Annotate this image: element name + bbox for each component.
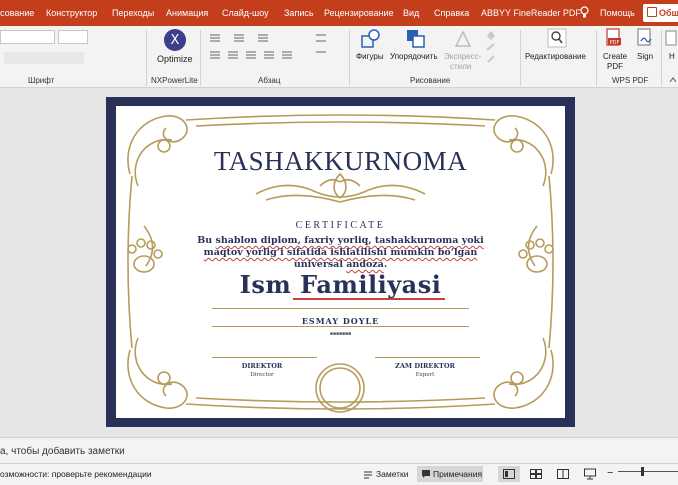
collapse-ribbon-icon[interactable]	[669, 76, 677, 84]
ribbon: Шрифт X Optimize NXPowerLite Абзац Фигур…	[0, 26, 678, 88]
arrange-button[interactable]: Упорядочить	[390, 52, 438, 61]
create-pdf-button[interactable]: Create	[603, 52, 627, 61]
slide-canvas: TASHAKKURNOMA CERTIFICATE Bu shablon dip…	[0, 88, 678, 436]
optimize-button[interactable]: Optimize	[157, 54, 193, 64]
slideshow-icon[interactable]	[584, 468, 596, 480]
create-pdf-icon[interactable]: PDF	[605, 28, 623, 48]
find-icon[interactable]	[547, 28, 567, 48]
font-group-label: Шрифт	[28, 76, 55, 85]
signature-sub-deputy[interactable]: Expert	[375, 372, 475, 378]
paragraph-tools-icon[interactable]	[206, 32, 336, 62]
notes-icon	[364, 471, 372, 479]
zoom-slider-thumb[interactable]	[641, 467, 644, 476]
slide-sorter-icon[interactable]	[530, 469, 542, 479]
lightbulb-icon	[580, 6, 589, 18]
zoom-slider-track[interactable]	[618, 471, 678, 472]
tab-transitions[interactable]: Переходы	[112, 8, 154, 18]
drawing-group-label: Рисование	[410, 76, 451, 85]
certificate-title[interactable]: TASHAKKURNOMA	[116, 146, 565, 177]
create-pdf-label: PDF	[607, 62, 623, 71]
comments-button[interactable]: Примечания	[433, 469, 482, 479]
slide-certificate[interactable]: TASHAKKURNOMA CERTIFICATE Bu shablon dip…	[106, 97, 575, 427]
notes-placeholder: а, чтобы добавить заметки	[0, 446, 125, 457]
share-icon	[647, 7, 657, 17]
tab-slideshow[interactable]: Слайд-шоу	[222, 8, 269, 18]
accessibility-status[interactable]: озможности: проверьте рекомендации	[0, 469, 152, 479]
signature-title-deputy[interactable]: ZAM DIREKTOR	[375, 362, 475, 370]
svg-text:PDF: PDF	[610, 40, 620, 46]
sign-button[interactable]: Sign	[637, 52, 653, 61]
tab-review[interactable]: Рецензирование	[324, 8, 394, 18]
font-name-combo[interactable]	[0, 30, 55, 44]
tell-me-search[interactable]: Помощь	[600, 8, 635, 18]
tab-view[interactable]: Вид	[403, 8, 419, 18]
wps-pdf-group-label: WPS PDF	[612, 76, 649, 85]
comments-icon	[422, 470, 430, 478]
quick-styles-icon[interactable]	[452, 28, 474, 50]
sign-icon[interactable]	[636, 28, 654, 48]
presenter-name[interactable]: ESMAY DOYLE	[116, 316, 565, 326]
nxpowerlite-group-label: NXPowerLite	[151, 76, 198, 85]
paragraph-group-label: Абзац	[258, 76, 281, 85]
share-button[interactable]: Общ	[643, 4, 678, 22]
tab-record[interactable]: Запись	[284, 8, 314, 18]
shape-fill-icon[interactable]	[484, 28, 498, 66]
h-tool-icon[interactable]	[665, 30, 677, 48]
certificate-description[interactable]: Bu shablon diplom, faxriy yorliq, tashak…	[196, 235, 485, 271]
font-size-combo[interactable]	[58, 30, 88, 44]
signature-line-left	[212, 357, 317, 358]
notes-pane[interactable]: а, чтобы добавить заметки	[0, 437, 678, 463]
shapes-icon[interactable]	[360, 28, 382, 50]
presenter-divider	[212, 326, 469, 327]
font-format-buttons[interactable]	[4, 52, 84, 64]
share-label: Общ	[659, 8, 678, 18]
quick-styles-button[interactable]: Экспресс-	[444, 52, 481, 61]
tab-animations[interactable]: Анимация	[166, 8, 208, 18]
spellcheck-underline	[293, 298, 445, 300]
quick-styles-label: стили	[450, 62, 472, 71]
h-tool-label: H	[669, 52, 675, 61]
slide-content: TASHAKKURNOMA CERTIFICATE Bu shablon dip…	[116, 106, 565, 418]
normal-view-icon	[503, 469, 515, 479]
notes-button[interactable]: Заметки	[376, 469, 409, 479]
status-bar: озможности: проверьте рекомендации Замет…	[0, 463, 678, 485]
tab-design[interactable]: Конструктор	[46, 8, 97, 18]
svg-text:X: X	[171, 33, 180, 48]
tab-help[interactable]: Справка	[434, 8, 469, 18]
signature-title-director[interactable]: DIREKTOR	[212, 362, 312, 370]
presenter-dots: ■■■■■■■	[329, 331, 352, 337]
recipient-name[interactable]: Ism Familiyasi	[116, 270, 565, 299]
reading-view-icon[interactable]	[557, 469, 569, 479]
arrange-icon[interactable]	[405, 28, 427, 50]
tab-draw[interactable]: сование	[0, 8, 34, 18]
zoom-out-icon[interactable]: −	[607, 467, 613, 479]
name-divider	[212, 308, 469, 309]
optimize-icon[interactable]: X	[163, 28, 187, 52]
signature-sub-director[interactable]: Director	[212, 372, 312, 378]
signature-line-right	[375, 357, 480, 358]
tab-abbyy[interactable]: ABBYY FineReader PDF	[481, 8, 581, 18]
editing-button[interactable]: Редактирование	[525, 52, 586, 61]
certificate-subtitle[interactable]: CERTIFICATE	[116, 220, 565, 231]
menu-bar: сование Конструктор Переходы Анимация Сл…	[0, 0, 678, 26]
shapes-button[interactable]: Фигуры	[356, 52, 384, 61]
